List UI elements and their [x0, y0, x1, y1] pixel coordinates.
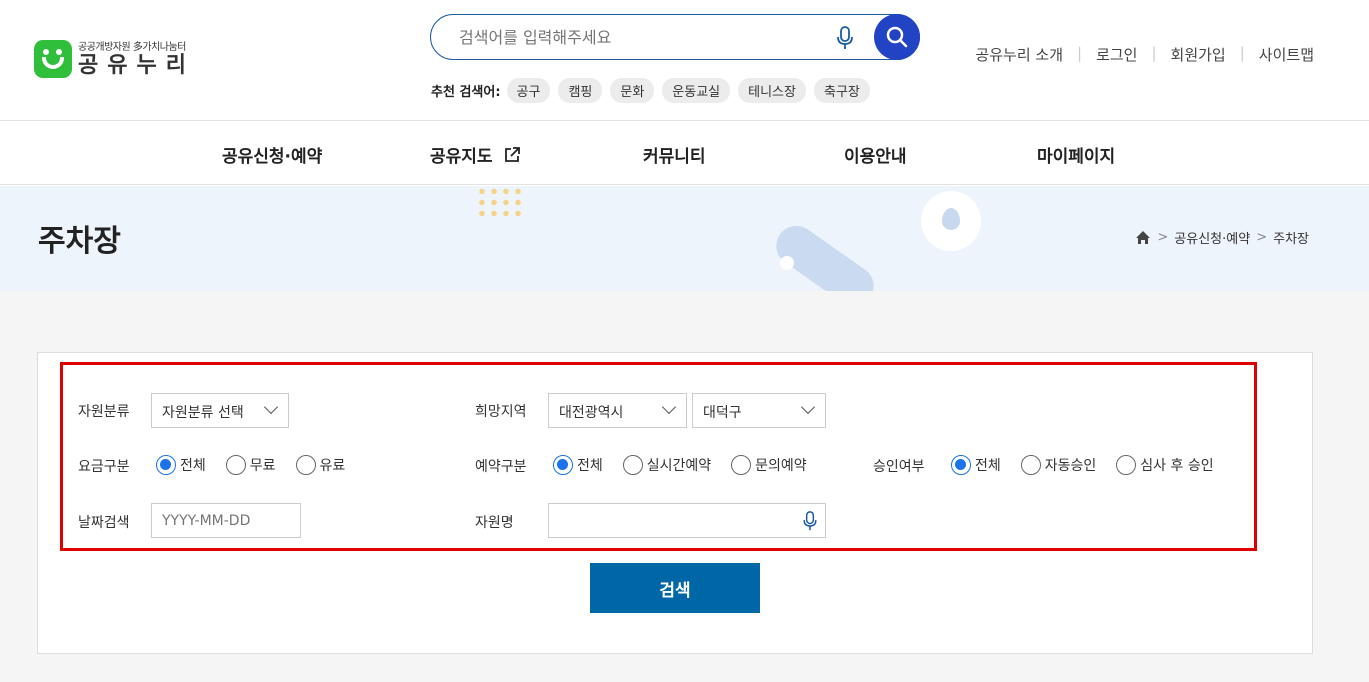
fee-radio-paid[interactable]: 유료 — [295, 455, 345, 475]
breadcrumb: > 공유신청·예약 > 주차장 — [1135, 228, 1309, 247]
decorative-shape — [768, 218, 882, 291]
search-icon — [886, 26, 908, 48]
reservation-radio-inquiry[interactable]: 문의예약 — [731, 455, 807, 475]
recommended-keywords: 추천 검색어: 공구 캠핑 문화 운동교실 테니스장 축구장 — [431, 78, 878, 103]
region-label: 희망지역 — [475, 404, 527, 420]
nav-item-apply[interactable]: 공유신청·예약 — [222, 142, 322, 167]
keyword-tag[interactable]: 공구 — [506, 78, 551, 103]
logo-title: 공유누리 — [78, 53, 195, 78]
map-pin-icon — [942, 208, 960, 230]
reservation-radio-realtime[interactable]: 실시간예약 — [622, 455, 711, 475]
keyword-tag[interactable]: 축구장 — [813, 78, 870, 103]
fee-label: 요금구분 — [78, 459, 130, 475]
logo-icon — [34, 39, 72, 78]
fee-radio-all[interactable]: 전체 — [156, 455, 206, 475]
reservation-label: 예약구분 — [475, 459, 527, 475]
global-search — [430, 14, 920, 60]
keyword-tag[interactable]: 테니스장 — [738, 78, 806, 103]
resource-category-select[interactable]: 자원분류 선택 — [151, 393, 289, 428]
keyword-tag[interactable]: 운동교실 — [662, 78, 731, 103]
decorative-dots — [476, 186, 524, 216]
mic-icon[interactable] — [837, 26, 853, 50]
search-button[interactable] — [874, 14, 920, 60]
site-logo[interactable]: 공공개방자원 多가치나눔터 공유누리 — [34, 38, 195, 79]
reservation-radio-all[interactable]: 전체 — [553, 455, 603, 475]
nav-item-guide[interactable]: 이용안내 — [844, 142, 907, 167]
nav-item-community[interactable]: 커뮤니티 — [643, 142, 706, 167]
about-link[interactable]: 공유누리 소개 — [975, 44, 1063, 65]
keyword-tag[interactable]: 캠핑 — [558, 78, 603, 103]
login-link[interactable]: 로그인 — [1096, 44, 1137, 65]
resource-category-label: 자원분류 — [78, 404, 130, 420]
page-banner: 주차장 > 공유신청·예약 > 주차장 — [0, 186, 1369, 291]
approval-radio-review[interactable]: 심사 후 승인 — [1116, 455, 1214, 475]
external-link-icon — [505, 147, 521, 162]
reservation-radio-group: 전체 실시간예약 문의예약 — [553, 455, 827, 475]
chevron-down-icon — [661, 399, 677, 415]
approval-radio-all[interactable]: 전체 — [951, 455, 1001, 475]
nav-item-map[interactable]: 공유지도 — [430, 142, 521, 167]
chevron-down-icon — [263, 399, 279, 415]
search-submit-button[interactable]: 검색 — [590, 563, 760, 613]
main-nav: 공유신청·예약 공유지도 커뮤니티 이용안내 마이페이지 — [0, 121, 1369, 185]
home-icon[interactable] — [1135, 230, 1151, 245]
sitemap-link[interactable]: 사이트맵 — [1259, 44, 1314, 65]
approval-radio-group: 전체 자동승인 심사 후 승인 — [951, 455, 1234, 475]
site-header: 공공개방자원 多가치나눔터 공유누리 추천 검색어: 공구 캠핑 문화 운동교실… — [0, 0, 1369, 121]
date-input[interactable] — [151, 503, 301, 538]
page-title: 주차장 — [38, 224, 121, 259]
region-city-select[interactable]: 대전광역시 — [548, 393, 687, 428]
logo-subtitle: 공공개방자원 多가치나눔터 — [78, 42, 186, 53]
keyword-tag[interactable]: 문화 — [610, 78, 655, 103]
fee-radio-group: 전체 무료 유료 — [156, 455, 365, 475]
mic-icon[interactable] — [803, 511, 817, 531]
region-district-select[interactable]: 대덕구 — [692, 393, 826, 428]
fee-radio-free[interactable]: 무료 — [225, 455, 276, 475]
search-input[interactable] — [459, 28, 819, 47]
nav-item-mypage[interactable]: 마이페이지 — [1037, 142, 1115, 167]
recommended-label: 추천 검색어: — [431, 85, 501, 100]
chevron-down-icon — [800, 399, 816, 415]
date-label: 날짜검색 — [78, 515, 130, 531]
approval-label: 승인여부 — [873, 459, 925, 475]
utility-links: 공유누리 소개 | 로그인 | 회원가입 | 사이트맵 — [975, 44, 1314, 65]
resource-name-label: 자원명 — [475, 515, 514, 531]
resource-name-input[interactable] — [548, 503, 826, 538]
breadcrumb-item[interactable]: 공유신청·예약 — [1174, 228, 1250, 247]
signup-link[interactable]: 회원가입 — [1171, 44, 1226, 65]
approval-radio-auto[interactable]: 자동승인 — [1020, 455, 1096, 475]
breadcrumb-current: 주차장 — [1273, 232, 1309, 247]
